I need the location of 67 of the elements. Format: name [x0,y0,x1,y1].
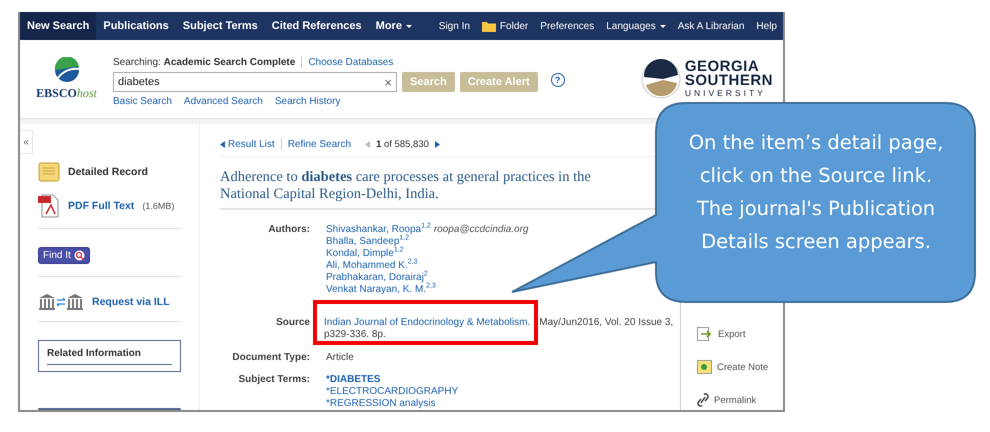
tool-link[interactable]: Create Note [697,360,783,374]
page-range: p329-336. 8p. [324,329,386,341]
nav-link[interactable]: Ask A Librarian [672,12,750,40]
nav-tab[interactable]: Subject Terms [176,12,265,40]
subject-term-link[interactable]: *REGRESSION analysis [326,398,680,410]
record-position: 1 of 585,830 [376,138,429,150]
field-label: Authors: [268,224,310,237]
nav-tab[interactable]: Publications [96,12,176,40]
subject-term-link[interactable]: *ELECTROCARDIOGRAPHY [326,386,680,398]
sidebar-link[interactable]: Detailed Record [38,162,181,182]
emblem-icon [640,59,681,99]
brand-logo-text: EBSCOhost [36,86,97,101]
help-button[interactable]: ? [550,73,565,87]
document-icon [38,162,60,182]
link-icon [697,393,709,407]
export-icon [697,327,713,341]
searching-label: Searching: Academic Search Complete [113,56,296,68]
field-label: Subject Terms: [238,374,310,387]
pdf-icon [38,194,60,218]
nav-tab[interactable]: Cited References [264,12,369,40]
tool-link[interactable]: Export [697,327,783,341]
field-label: Source [276,317,310,330]
nav-link[interactable]: Languages [600,12,672,40]
nav-tab[interactable]: More [368,12,419,40]
author-link[interactable]: Shivashankar, Roopa$^{1,2}$ [326,224,431,236]
choose-databases-link[interactable]: Choose Databases [308,56,394,68]
subject-term-link[interactable]: *DIABETES [326,374,680,386]
nav-link[interactable]: Help [750,12,783,40]
note-icon [697,360,712,374]
library-transfer-icon [38,293,84,311]
source-link[interactable]: Indian Journal of Endocrinology & Metabolism. [324,317,530,329]
sidebar-link[interactable]: Request via ILL [38,293,181,311]
nav-link[interactable]: Folder [476,12,534,40]
field-label: Document Type: [232,352,310,364]
record-title: Adherence to diabetes care processes at general practices in the National Capital Region-Delhi, India. [220,169,592,203]
refine-search-link[interactable]: Refine Search [288,138,352,150]
logo-icon [54,57,80,83]
author-link[interactable]: Bhalla, Sandeep$^{1,2}$ [326,236,410,248]
author-link[interactable]: Ali, Mohammed K.$^{2,3}$ [326,260,418,272]
next-icon[interactable] [434,140,440,148]
result-list-link[interactable]: Result List [220,138,275,150]
search-mode-link[interactable]: Basic Search [113,96,172,107]
field-value: Article [326,352,354,363]
institution-name: SOUTHERN [684,74,773,88]
source-details: May/Jun2016, Vol. 20 Issue 3, [539,317,674,329]
search-mode-link[interactable]: Advanced Search [184,96,263,107]
nav-link[interactable]: Sign In [432,12,476,40]
magnifier-icon [74,250,85,261]
panel-title: Related Information [47,348,172,365]
institution-name: UNIVERSITY [684,88,767,98]
clear-button[interactable]: × [384,74,392,90]
folder-icon [482,20,496,32]
caret-left-icon [220,140,225,148]
author-email: roopa@ccdcindia.org [434,224,528,236]
find-it-button[interactable]: Find It [38,247,90,264]
search-mode-link[interactable]: Search History [274,96,340,107]
callout-text: On the item’s detail page, click on the Source link. The journal's Publication Details screen appears. [688,130,944,255]
author-link[interactable]: Venkat Narayan, K. M.$^{2,3}$ [326,284,436,296]
nav-tab[interactable]: New Search [20,12,96,40]
tool-link[interactable]: Permalink [697,393,783,407]
nav-link[interactable]: Preferences [534,12,600,40]
search-field[interactable]: diabetes × [113,72,397,92]
collapse-button[interactable]: « [20,130,33,154]
sidebar-link[interactable]: PDF Full Text (1.6MB) [38,194,181,218]
author-link[interactable]: Kondal, Dimple$^{1,2}$ [326,248,404,260]
author-link[interactable]: Prabhakaran, Dorairaj$^{2}$ [326,272,428,284]
institution-name: GEORGIA [684,60,760,74]
